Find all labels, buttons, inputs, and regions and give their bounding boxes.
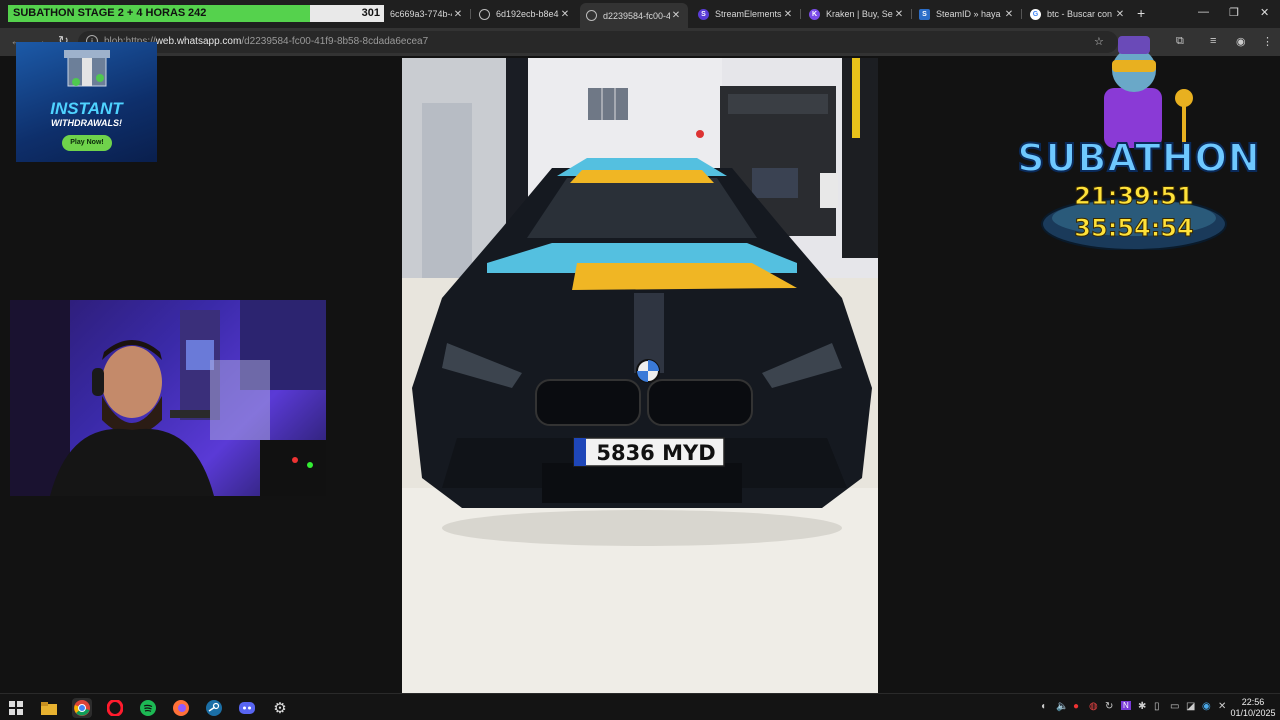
license-plate-text: 5836 MYD xyxy=(596,441,715,465)
tray-app-icon[interactable]: ◍ xyxy=(1089,701,1098,712)
tray-volume-icon[interactable]: 🔈 xyxy=(1056,701,1068,712)
tab-4[interactable]: S StreamElements - ✕ xyxy=(692,3,800,25)
tab-title: 6d192ecb-b8e4-4 xyxy=(496,9,559,19)
close-window-icon[interactable]: ✕ xyxy=(1260,6,1269,19)
streamelements-icon: S xyxy=(698,8,709,20)
spotify-icon[interactable] xyxy=(138,698,158,718)
close-icon[interactable]: ✕ xyxy=(893,9,905,20)
minimize-icon[interactable]: — xyxy=(1198,6,1209,18)
windows-start-icon[interactable] xyxy=(6,698,26,718)
car-photo-illustration: 5836 MYD xyxy=(402,58,878,694)
stage-label: SUBATHON STAGE 2 + 4 HORAS xyxy=(13,7,186,19)
tab-title: StreamElements - xyxy=(715,9,782,19)
streamer-webcam-illustration xyxy=(10,300,326,496)
subathon-stage-progress-bar: SUBATHON STAGE 2 + 4 HORAS 242 301 xyxy=(8,5,384,22)
subathon-title: SUBATHON xyxy=(1016,135,1261,181)
tray-network-icon[interactable]: ▭ xyxy=(1170,701,1179,712)
tab-title: d2239584-fc00-4 xyxy=(603,10,670,21)
tray-bluetooth-icon[interactable]: ✱ xyxy=(1138,701,1146,712)
document-icon xyxy=(479,8,490,20)
windows-taskbar: ⚙ ◖ 🔈 ● ◍ ↻ N ✱ ▯ ▭ ◪ ◉ ✕ 22:56 01/10/20… xyxy=(0,693,1280,720)
close-icon[interactable]: ✕ xyxy=(1114,9,1126,20)
play-now-button[interactable]: Play Now! xyxy=(62,135,112,151)
ad-subline: WITHDRAWALS! xyxy=(51,118,122,128)
browser-tab-strip: 6c669a3-774b-4 ✕ 6d192ecb-b8e4-4 ✕ d2239… xyxy=(0,0,1280,28)
tab-title: SteamID » haya si xyxy=(936,9,1003,19)
webcam-feed xyxy=(10,300,326,496)
clock-date: 01/10/2025 xyxy=(1230,708,1276,718)
kraken-icon: K xyxy=(809,8,820,20)
steam-icon[interactable] xyxy=(204,698,224,718)
document-icon xyxy=(586,10,597,21)
firefox-icon[interactable] xyxy=(171,698,191,718)
screen: 6c669a3-774b-4 ✕ 6d192ecb-b8e4-4 ✕ d2239… xyxy=(0,0,1280,720)
tab-2[interactable]: 6d192ecb-b8e4-4 ✕ xyxy=(473,3,577,25)
tab-7[interactable]: G btc - Buscar con G ✕ xyxy=(1024,3,1132,25)
settings-icon[interactable]: ⚙ xyxy=(270,698,290,718)
tray-display-icon[interactable]: ◪ xyxy=(1186,701,1195,712)
tray-steam-icon[interactable]: ◉ xyxy=(1202,701,1211,712)
subathon-timer-remaining: 21:39:51 xyxy=(1074,182,1194,211)
close-icon[interactable]: ✕ xyxy=(782,9,794,20)
car-photo: 5836 MYD xyxy=(402,58,878,694)
address-bar[interactable]: i blob:https://web.whatsapp.com/d2239584… xyxy=(78,31,1118,53)
tray-battery-icon[interactable]: ▯ xyxy=(1154,701,1160,712)
tray-sync-icon[interactable]: ↻ xyxy=(1105,701,1113,712)
new-tab-button[interactable]: + xyxy=(1137,5,1145,21)
restore-icon[interactable]: ❐ xyxy=(1229,6,1239,19)
opera-icon[interactable] xyxy=(105,698,125,718)
close-icon[interactable]: ✕ xyxy=(452,9,464,20)
sponsor-ad[interactable]: INSTANT WITHDRAWALS! Play Now! xyxy=(16,42,157,162)
subathon-widget: SUBATHON 21:39:51 35:54:54 xyxy=(1008,28,1270,250)
clock-time: 22:56 xyxy=(1241,697,1265,707)
tray-notion-icon[interactable]: N xyxy=(1121,701,1131,710)
tab-6[interactable]: S SteamID » haya si ✕ xyxy=(913,3,1021,25)
tray-microphone-icon[interactable]: ● xyxy=(1073,701,1079,712)
ad-headline: INSTANT xyxy=(50,99,123,118)
stage-current-count: 242 xyxy=(188,7,207,19)
tab-5[interactable]: K Kraken | Buy, Sell ✕ xyxy=(803,3,911,25)
chrome-icon[interactable] xyxy=(72,698,92,718)
close-icon[interactable]: ✕ xyxy=(670,10,682,21)
close-icon[interactable]: ✕ xyxy=(1003,9,1015,20)
gift-box-icon xyxy=(64,50,110,87)
tab-title: btc - Buscar con G xyxy=(1047,9,1114,19)
tab-1[interactable]: 6c669a3-774b-4 ✕ xyxy=(384,3,470,25)
discord-icon[interactable] xyxy=(237,698,257,718)
system-clock[interactable]: 22:56 01/10/2025 xyxy=(1230,697,1276,719)
close-icon[interactable]: ✕ xyxy=(559,9,571,20)
tab-title: 6c669a3-774b-4 xyxy=(390,9,452,19)
tab-3-active[interactable]: d2239584-fc00-4 ✕ xyxy=(580,3,688,28)
subathon-timer-elapsed: 35:54:54 xyxy=(1074,214,1194,243)
tray-close-icon[interactable]: ✕ xyxy=(1218,701,1226,712)
file-explorer-icon[interactable] xyxy=(39,698,59,718)
tray-gamepad-icon[interactable]: ◖ xyxy=(1040,701,1046,712)
google-icon: G xyxy=(1030,8,1041,20)
stage-goal-count: 301 xyxy=(361,7,380,19)
tab-title: Kraken | Buy, Sell xyxy=(826,9,893,19)
steamid-icon: S xyxy=(919,8,930,20)
